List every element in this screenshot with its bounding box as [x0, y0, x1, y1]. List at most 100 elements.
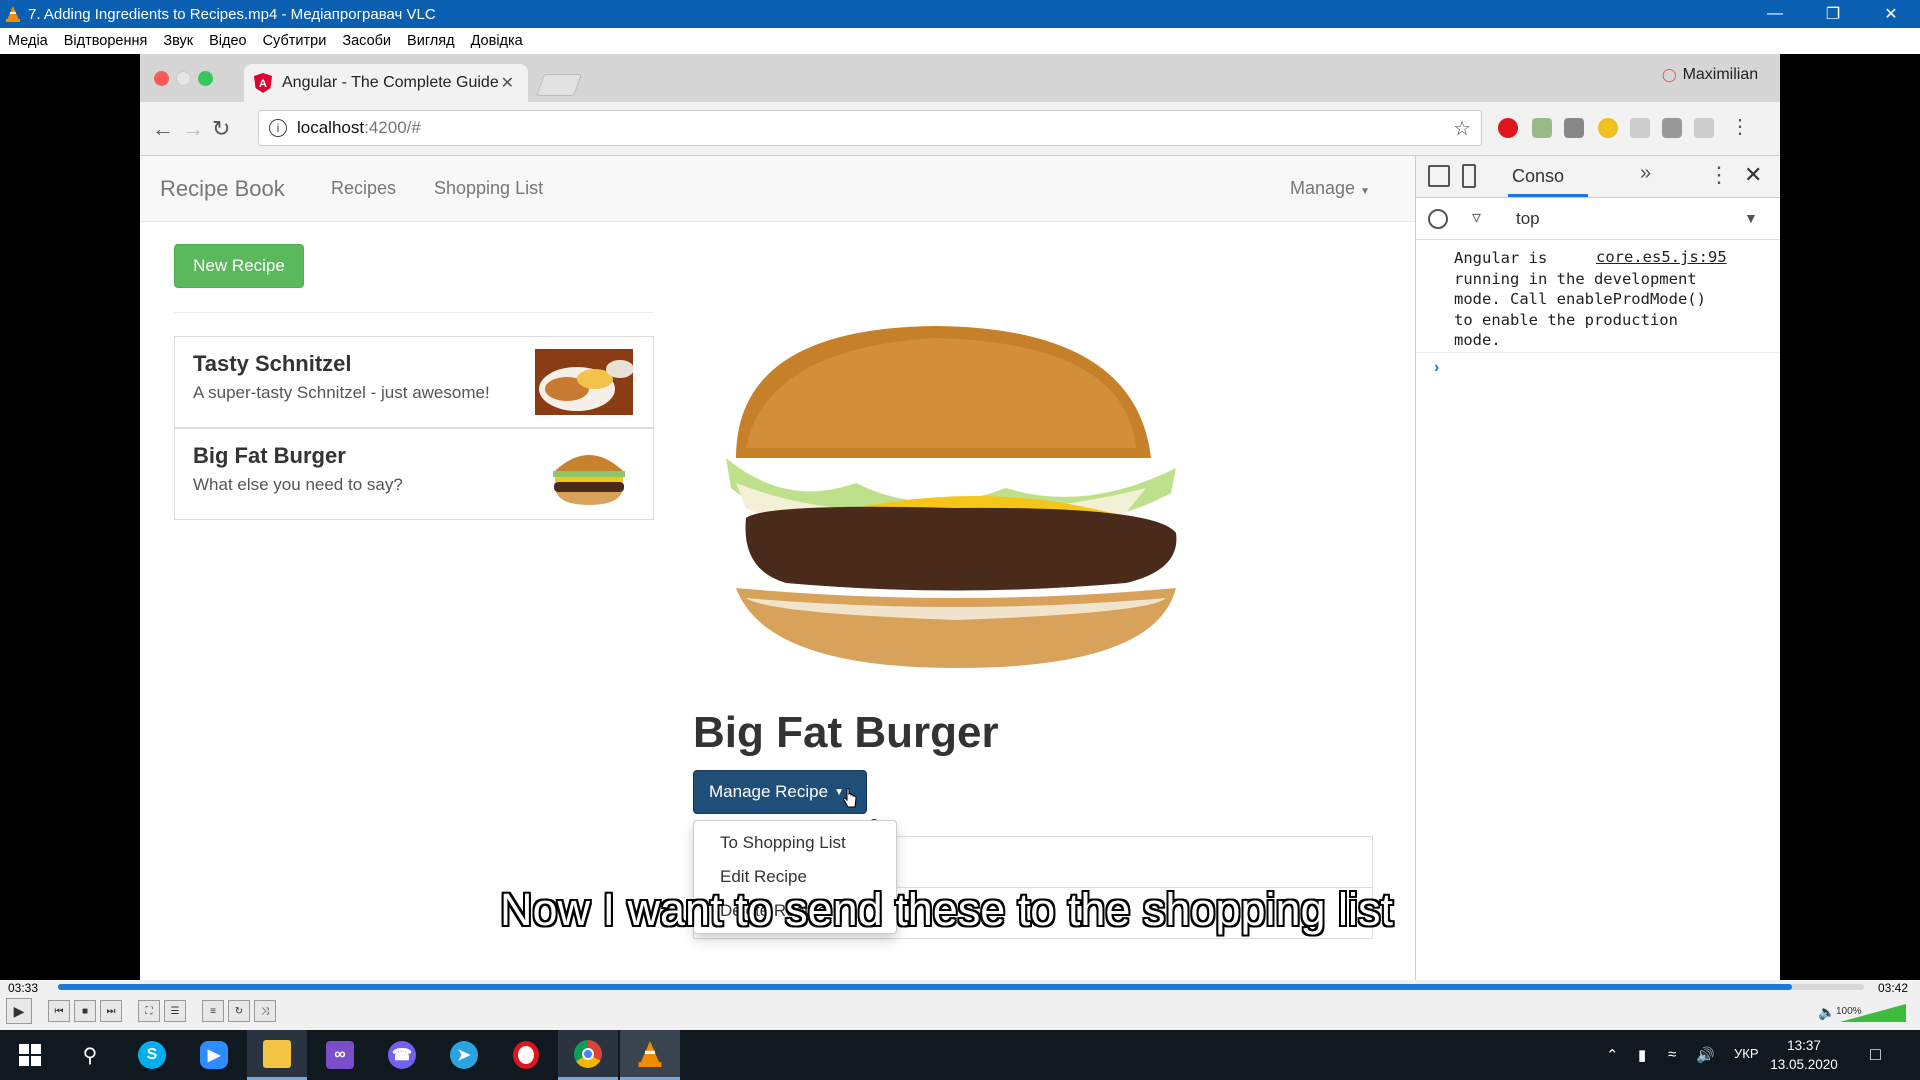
tray-expand-icon[interactable]: ⌃ — [1606, 1046, 1619, 1064]
console-source-link[interactable]: core.es5.js:95 — [1596, 248, 1727, 266]
context-selector[interactable]: top — [1516, 209, 1540, 229]
caret-down-icon: ▼ — [1360, 186, 1370, 197]
menu-subtitles[interactable]: Субтитри — [255, 33, 335, 49]
new-tab-button[interactable] — [535, 74, 583, 96]
viber-icon[interactable]: ☎ — [372, 1030, 432, 1080]
more-tabs-icon[interactable]: » — [1640, 162, 1651, 185]
schnitzel-thumbnail — [535, 349, 633, 415]
svg-text:A: A — [259, 78, 267, 90]
bookmark-star-icon[interactable]: ☆ — [1453, 116, 1471, 141]
vue-extension-icon[interactable] — [1662, 118, 1682, 138]
console-prompt-icon[interactable]: › — [1434, 359, 1439, 377]
nav-manage-dropdown[interactable]: Manage ▼ — [1290, 178, 1370, 199]
extended-settings-icon[interactable]: ☰ — [164, 1000, 186, 1022]
cloud-extension-icon[interactable] — [1694, 118, 1714, 138]
chrome-menu-icon[interactable]: ⋮ — [1730, 114, 1750, 139]
input-language[interactable]: УКР — [1734, 1046, 1759, 1061]
menu-audio[interactable]: Звук — [155, 33, 201, 49]
chrome-icon[interactable] — [558, 1030, 618, 1080]
battery-icon[interactable]: ▮ — [1638, 1046, 1646, 1064]
grid-extension-icon[interactable] — [1630, 118, 1650, 138]
mac-minimize-dot[interactable] — [176, 71, 191, 86]
profile-badge[interactable]: ◯ Maximilian — [1662, 66, 1758, 84]
minimize-button[interactable]: — — [1746, 0, 1804, 28]
devtools-menu-icon[interactable]: ⋮ — [1708, 162, 1730, 188]
recipe-item-schnitzel[interactable]: Tasty Schnitzel A super-tasty Schnitzel … — [174, 336, 654, 428]
play-icon[interactable]: ▶ — [6, 998, 32, 1024]
nav-shopping-list-link[interactable]: Shopping List — [434, 178, 543, 199]
notifications-icon[interactable]: □ — [1870, 1044, 1881, 1065]
opera-extension-icon[interactable] — [1498, 118, 1518, 138]
skype-icon[interactable]: S — [122, 1030, 182, 1080]
reload-icon[interactable]: ↻ — [212, 116, 230, 142]
devtools-panel: Conso » ⋮ ✕ ▿ top ▼ Angular is running i… — [1415, 156, 1780, 980]
wifi-icon[interactable]: ≈ — [1668, 1046, 1676, 1063]
playlist-icon[interactable]: ≡ — [202, 1000, 224, 1022]
manage-recipe-button[interactable]: Manage Recipe ▼ — [693, 770, 867, 814]
windows-start-icon[interactable] — [0, 1030, 60, 1080]
tab-title: Angular - The Complete Guide — [282, 74, 499, 91]
address-bar[interactable]: i localhost:4200/# ☆ — [258, 110, 1482, 146]
elapsed-time: 03:33 — [8, 981, 39, 995]
next-icon[interactable]: ⏭ — [100, 1000, 122, 1022]
inspect-element-icon[interactable] — [1428, 165, 1450, 187]
telegram-icon[interactable]: ➤ — [434, 1030, 494, 1080]
recipe-name: Big Fat Burger — [193, 443, 346, 468]
menu-media[interactable]: Медіа — [0, 33, 56, 49]
volume-tray-icon[interactable]: 🔊 — [1696, 1046, 1715, 1064]
file-explorer-icon[interactable] — [247, 1030, 307, 1080]
brand-link[interactable]: Recipe Book — [160, 176, 285, 202]
clock-date: 13.05.2020 — [1770, 1057, 1838, 1072]
forward-arrow-icon[interactable]: → — [182, 116, 204, 142]
stop-icon[interactable]: ■ — [74, 1000, 96, 1022]
menu-tools[interactable]: Засоби — [334, 33, 399, 49]
previous-icon[interactable]: ⏮ — [48, 1000, 70, 1022]
mac-zoom-dot[interactable] — [198, 71, 213, 86]
profile-icon: ◯ — [1662, 67, 1677, 82]
browser-tab-bar: A Angular - The Complete Guide ✕ ◯ Maxim… — [140, 54, 1780, 102]
back-arrow-icon[interactable]: ← — [152, 116, 174, 142]
moon-extension-icon[interactable] — [1598, 118, 1618, 138]
devtools-close-icon[interactable]: ✕ — [1744, 162, 1762, 188]
new-recipe-button[interactable]: New Recipe — [174, 244, 304, 288]
recipe-item-burger[interactable]: Big Fat Burger What else you need to say… — [174, 428, 654, 520]
filter-icon[interactable]: ▿ — [1472, 207, 1481, 228]
menu-playback[interactable]: Відтворення — [56, 33, 156, 49]
extension-icon[interactable] — [1564, 118, 1584, 138]
context-dropdown-icon[interactable]: ▼ — [1744, 210, 1758, 226]
zoom-icon[interactable]: ▶ — [184, 1030, 244, 1080]
app-navbar: Recipe Book Recipes Shopping List Manage… — [140, 156, 1415, 222]
opera-icon[interactable] — [496, 1030, 556, 1080]
menu-help[interactable]: Довідка — [463, 33, 531, 49]
system-clock[interactable]: 13:37 13.05.2020 — [1768, 1036, 1840, 1074]
vlc-taskbar-icon[interactable] — [620, 1030, 680, 1080]
close-tab-icon[interactable]: ✕ — [501, 73, 514, 93]
recipe-name: Tasty Schnitzel — [193, 351, 352, 376]
device-toolbar-icon[interactable] — [1462, 164, 1476, 188]
shuffle-icon[interactable]: ⤨ — [254, 1000, 276, 1022]
total-time: 03:42 — [1878, 981, 1909, 995]
browser-window: A Angular - The Complete Guide ✕ ◯ Maxim… — [140, 54, 1780, 980]
restore-button[interactable]: ❐ — [1804, 0, 1862, 28]
hand-cursor-icon — [843, 788, 857, 808]
fullscreen-icon[interactable]: ⛶ — [138, 1000, 160, 1022]
vlc-cone-icon — [6, 6, 20, 22]
tab-console[interactable]: Conso — [1512, 166, 1564, 187]
menu-video[interactable]: Відео — [201, 33, 254, 49]
active-tab-indicator — [1508, 194, 1588, 197]
info-icon[interactable]: i — [269, 119, 287, 137]
menu-view[interactable]: Вигляд — [399, 33, 463, 49]
url-host: localhost — [297, 118, 365, 137]
seek-bar[interactable] — [58, 984, 1864, 990]
speaker-icon[interactable]: 🔈 — [1818, 1004, 1835, 1021]
eyedropper-extension-icon[interactable] — [1532, 118, 1552, 138]
mac-close-dot[interactable] — [154, 71, 169, 86]
visual-studio-icon[interactable]: ∞ — [310, 1030, 370, 1080]
loop-icon[interactable]: ↻ — [228, 1000, 250, 1022]
nav-recipes-link[interactable]: Recipes — [331, 178, 396, 199]
browser-tab[interactable]: A Angular - The Complete Guide ✕ — [244, 64, 528, 102]
to-shopping-list-item[interactable]: To Shopping List — [694, 826, 896, 860]
search-icon[interactable]: ⚲ — [60, 1030, 120, 1080]
close-button[interactable]: ✕ — [1862, 0, 1920, 28]
clear-console-icon[interactable] — [1428, 209, 1448, 229]
